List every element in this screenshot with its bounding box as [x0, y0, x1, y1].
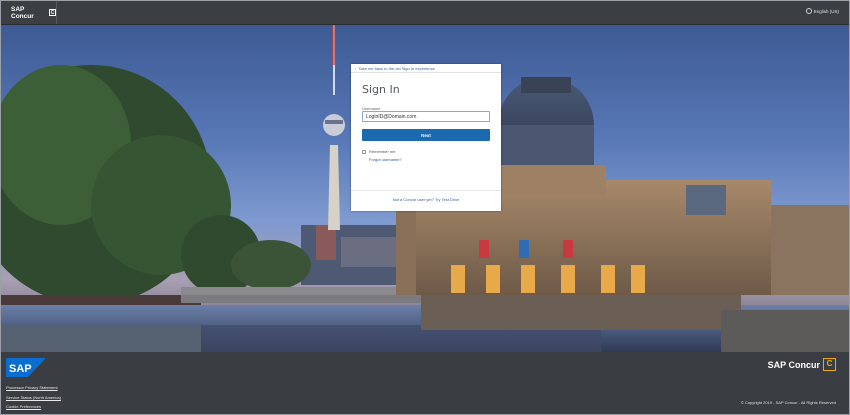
top-bar: SAP Concur C English (US): [1, 1, 849, 25]
concur-c-icon: C: [49, 9, 56, 16]
remember-me-label: Remember me: [369, 149, 396, 154]
next-button[interactable]: Next: [362, 129, 490, 141]
chevron-left-icon: ‹: [355, 66, 357, 71]
old-experience-label: Take me back to the old Sign In experien…: [358, 66, 435, 71]
language-label: English (US): [813, 8, 839, 14]
page: SAP Concur C English (US) ‹ Take me back…: [0, 0, 850, 415]
remember-me-row[interactable]: Remember me: [362, 149, 395, 154]
sap-logo-text: SAP: [9, 363, 32, 375]
card-divider: [351, 190, 501, 191]
concur-logo-text: SAP Concur: [767, 359, 820, 370]
concur-c-icon: C: [823, 358, 836, 371]
hero-background-image: ‹ Take me back to the old Sign In experie…: [1, 25, 849, 352]
cookie-preferences-link[interactable]: Cookie Preferences: [6, 402, 61, 412]
copyright-text: © Copyright 2019 - SAP Concur - All Righ…: [740, 400, 836, 405]
remember-me-checkbox[interactable]: [362, 149, 366, 154]
language-selector[interactable]: English (US): [805, 8, 839, 14]
privacy-statement-link[interactable]: Processor Privacy Statement: [6, 383, 61, 393]
test-drive-link[interactable]: Not a Concur user yet? Try Test Drive: [351, 197, 501, 202]
footer: SAP Processor Privacy Statement Service …: [1, 352, 849, 414]
brand-text: SAP Concur: [11, 5, 34, 20]
forgot-username-link[interactable]: Forgot username?: [369, 157, 402, 162]
sign-in-title: Sign In: [362, 83, 400, 96]
username-input[interactable]: [362, 111, 490, 122]
brand-logo[interactable]: SAP Concur C: [1, 1, 57, 24]
footer-links: Processor Privacy Statement Service Stat…: [6, 383, 61, 412]
globe-icon: [805, 8, 812, 14]
concur-logo: SAP Concur C: [768, 358, 836, 371]
old-experience-link[interactable]: ‹ Take me back to the old Sign In experie…: [351, 64, 501, 73]
sign-in-card: ‹ Take me back to the old Sign In experie…: [351, 64, 501, 211]
service-status-link[interactable]: Service Status (North America): [6, 393, 61, 403]
sap-logo[interactable]: SAP: [6, 358, 46, 377]
